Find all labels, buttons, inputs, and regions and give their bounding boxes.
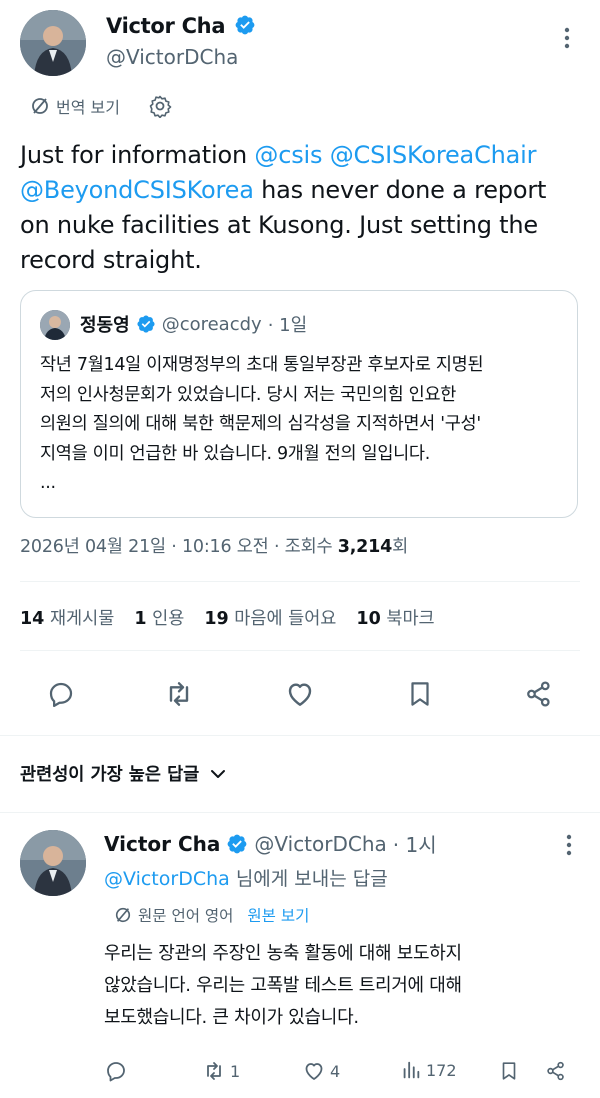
reply-author-name[interactable]: Victor Cha [104, 832, 220, 856]
quote-text-line: 의원의 질의에 대해 북한 핵문제의 심각성을 지적하면서 '구성' [40, 414, 481, 434]
quote-time: · 1일 [267, 315, 308, 336]
reply-time: · 1시 [392, 833, 437, 857]
views-icon [403, 1061, 420, 1079]
verified-badge-icon [235, 15, 255, 35]
bookmarks-stat[interactable]: 10 북마크 [356, 605, 434, 630]
verified-badge-icon [227, 834, 247, 853]
retweet-button[interactable] [162, 677, 196, 711]
tweet-text-line2: @BeyondCSISKorea has never done a report [20, 176, 547, 204]
tweet-text: Just for information @csis @CSISKoreaCha… [20, 138, 590, 278]
translate-icon [32, 98, 48, 114]
mention-link[interactable]: @csis [254, 141, 322, 169]
retweet-icon [169, 682, 189, 706]
reply-like-count: 4 [330, 1061, 341, 1081]
reply-views-button[interactable]: 172 [400, 1059, 457, 1081]
reply-text-line: 우리는 장관의 주장인 농축 활동에 대해 보도하지 [104, 943, 462, 964]
divider [0, 812, 600, 813]
translate-button[interactable]: 번역 보기 [30, 94, 120, 118]
quote-author-handle: @coreacdy [161, 313, 262, 335]
tweet-text-line3: on nuke facilities at Kusong. Just setti… [20, 211, 538, 239]
verified-badge-icon [137, 315, 155, 333]
more-icon[interactable] [564, 833, 574, 861]
heart-icon [305, 1063, 323, 1080]
reply-author-avatar[interactable] [20, 830, 86, 896]
mention-link[interactable]: @BeyondCSISKorea [20, 176, 254, 204]
divider [0, 735, 600, 736]
quote-text-line: 작년 7월14일 이재명정부의 초대 통일부장관 후보자로 지명된 [40, 355, 484, 375]
author-avatar[interactable] [20, 10, 86, 76]
tweet-text-line4: record straight. [20, 246, 202, 274]
divider [20, 650, 580, 651]
heart-icon [288, 683, 312, 706]
reply-author-handle[interactable]: @VictorDCha [254, 832, 386, 856]
reply-text-line: 않았습니다. 우리는 고폭발 테스트 트리거에 대해 [104, 975, 462, 996]
quote-ellipsis: ... [40, 473, 56, 493]
reply-sort-label: 관련성이 가장 높은 답글 [20, 765, 200, 785]
view-original-link[interactable]: 원본 보기 [247, 904, 309, 926]
quote-author-row: 정동영 @coreacdy · 1일 [80, 311, 307, 337]
reply-translate-row: 원문 언어 영어 원본 보기 [114, 904, 309, 926]
translate-icon [115, 907, 131, 923]
author-name[interactable]: Victor Cha [106, 14, 256, 38]
tweet-timestamp: 2026년 04월 21일 · 10:16 오전 · 조회수 3,214회 [20, 537, 408, 557]
retweets-stat[interactable]: 14 재게시물 [20, 605, 114, 630]
quote-author-name: 정동영 [80, 315, 130, 336]
reply-author-row: Victor Cha @VictorDCha · 1시 [104, 829, 437, 858]
reply-icon [107, 1062, 125, 1082]
reply-text: 우리는 장관의 주장인 농축 활동에 대해 보도하지 않았습니다. 우리는 고폭… [104, 938, 462, 1034]
original-language-label: 원문 언어 영어 [138, 907, 234, 925]
divider [20, 581, 580, 582]
reply-text-line: 보도했습니다. 큰 차이가 있습니다. [104, 1007, 359, 1028]
share-button[interactable] [522, 677, 556, 711]
bookmark-icon [411, 682, 429, 706]
chevron-down-icon [211, 769, 226, 778]
replying-to: @VictorDCha 님에게 보내는 답글 [104, 868, 388, 890]
like-button[interactable] [283, 677, 317, 711]
engagement-stats: 14 재게시물 1 인용 19 마음에 들어요 10 북마크 [20, 605, 435, 630]
reply-view-count: 172 [426, 1060, 457, 1080]
reply-share-button[interactable] [545, 1059, 567, 1083]
bookmark-button[interactable] [403, 677, 437, 711]
reply-bookmark-button[interactable] [498, 1059, 520, 1083]
reply-sort-dropdown[interactable]: 관련성이 가장 높은 답글 [20, 761, 227, 786]
likes-stat[interactable]: 19 마음에 들어요 [204, 605, 336, 630]
mention-link[interactable]: @CSISKoreaChair [330, 141, 537, 169]
reply-reply-button[interactable] [104, 1059, 128, 1083]
reply-icon [49, 682, 73, 707]
quotes-stat[interactable]: 1 인용 [134, 605, 184, 630]
reply-like-button[interactable]: 4 [302, 1059, 340, 1083]
reply-retweet-button[interactable]: 1 [202, 1059, 240, 1083]
quote-text-line: 저의 인사청문회가 있었습니다. 당시 저는 국민의힘 인요한 [40, 384, 457, 405]
view-count: 3,214 [337, 537, 393, 557]
author-handle[interactable]: @VictorDCha [106, 45, 238, 69]
quote-text: 작년 7월14일 이재명정부의 초대 통일부장관 후보자로 지명된 저의 인사청… [40, 351, 570, 499]
retweet-icon [207, 1062, 221, 1080]
quote-text-line: 지역을 이미 언급한 바 있습니다. 9개월 전의 일입니다. [40, 443, 430, 464]
reply-button[interactable] [44, 677, 78, 711]
share-icon [547, 1061, 564, 1081]
tweet-text-line1: Just for information @csis @CSISKoreaCha… [20, 141, 537, 169]
share-icon [527, 681, 550, 707]
replying-to-handle[interactable]: @VictorDCha [104, 868, 230, 890]
quote-author-avatar[interactable] [40, 310, 70, 340]
gear-icon[interactable] [148, 94, 172, 122]
bookmark-icon [502, 1062, 516, 1080]
translate-label: 번역 보기 [56, 98, 120, 117]
more-icon[interactable] [562, 26, 572, 50]
reply-retweet-count: 1 [230, 1061, 241, 1081]
